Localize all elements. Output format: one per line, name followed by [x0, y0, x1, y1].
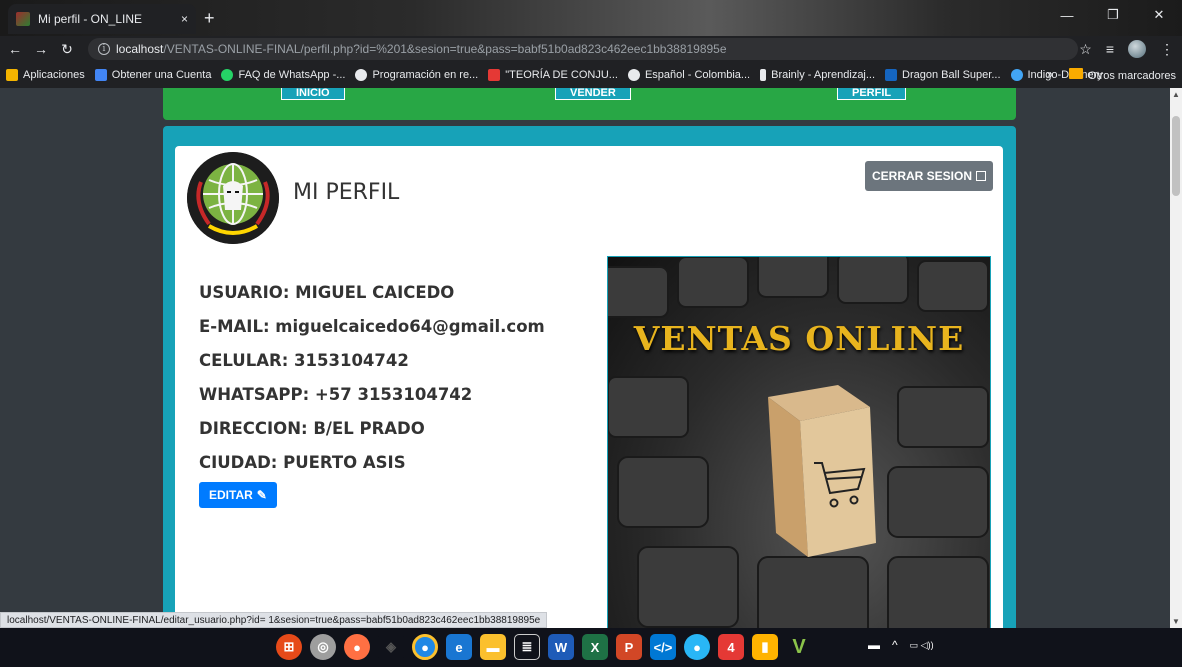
- site-logo: [187, 152, 279, 244]
- tab-title: Mi perfil - ON_LINE: [38, 12, 143, 26]
- globe-icon: [355, 69, 368, 81]
- user-info-list: USUARIO: MIGUEL CAICEDO E-MAIL: miguelca…: [199, 276, 545, 480]
- excel-icon[interactable]: X: [582, 634, 608, 660]
- folder-icon: [1068, 68, 1083, 79]
- app-icon[interactable]: V: [786, 634, 812, 660]
- edge-icon[interactable]: e: [446, 634, 472, 660]
- powerpoint-icon[interactable]: P: [616, 634, 642, 660]
- scroll-thumb[interactable]: [1172, 116, 1180, 196]
- bookmark-item[interactable]: Programación en re...: [355, 69, 478, 81]
- bookmark-favicon-icon: [488, 69, 501, 81]
- scroll-down-icon[interactable]: ▼: [1172, 617, 1180, 626]
- bookmarks-overflow: » Otros marcadores: [1047, 68, 1176, 82]
- site-info-icon[interactable]: i: [98, 43, 110, 55]
- toolbar-actions: ☆ ≡ ⋮: [1079, 40, 1174, 58]
- bookmark-item[interactable]: "TEORÍA DE CONJU...: [488, 69, 618, 81]
- keyboard-background-icon: [608, 257, 989, 628]
- profile-card-outer: MI PERFIL CERRAR SESION USUARIO: MIGUEL …: [163, 126, 1016, 628]
- pencil-icon: ✎: [256, 488, 267, 502]
- bookmarks-bar: Aplicaciones Obtener una Cuenta FAQ de W…: [0, 62, 1182, 88]
- brainly-icon: [760, 69, 767, 81]
- edit-button[interactable]: EDITAR ✎: [199, 482, 277, 508]
- profile-avatar-icon[interactable]: [1128, 40, 1146, 58]
- address-bar[interactable]: i localhost /VENTAS-ONLINE-FINAL/perfil.…: [88, 38, 1078, 60]
- forward-arrow-icon[interactable]: →: [30, 41, 52, 57]
- tab-favicon-icon: [16, 12, 30, 26]
- site-navbar: INICIO VENDER PERFIL: [163, 88, 1016, 120]
- chrome-icon[interactable]: ●: [412, 634, 438, 660]
- app-icon[interactable]: ▮: [752, 634, 778, 660]
- more-bookmarks-button[interactable]: »: [1047, 69, 1053, 81]
- bookmark-item[interactable]: Español - Colombia...: [627, 69, 750, 81]
- bookmark-item[interactable]: Aplicaciones: [6, 69, 85, 81]
- globe-icon: [627, 69, 640, 81]
- whatsapp-field: WHATSAPP: +57 3153104742: [199, 385, 473, 404]
- nav-vender-link[interactable]: VENDER: [555, 88, 631, 100]
- external-link-icon: [976, 171, 986, 181]
- bookmark-item[interactable]: Brainly - Aprendizaj...: [760, 69, 875, 81]
- page-scrollbar[interactable]: ▲ ▼: [1170, 88, 1182, 628]
- whatsapp-icon: [221, 69, 234, 81]
- username-field: USUARIO: MIGUEL CAICEDO: [199, 283, 455, 302]
- app-icon[interactable]: ◈: [378, 634, 404, 660]
- minimize-icon[interactable]: —: [1044, 0, 1090, 30]
- address-field: DIRECCION: B/EL PRADO: [199, 419, 425, 438]
- scroll-up-icon[interactable]: ▲: [1172, 90, 1180, 99]
- restore-icon[interactable]: ❐: [1090, 0, 1136, 30]
- battery-icon[interactable]: ▭ ◁)): [910, 640, 934, 651]
- bookmark-favicon-icon: [1010, 69, 1023, 81]
- apps-grid-icon: [6, 69, 18, 81]
- city-field: CIUDAD: PUERTO ASIS: [199, 453, 406, 472]
- bookmark-favicon-icon: [94, 69, 107, 81]
- tab-close-icon[interactable]: ×: [181, 12, 188, 26]
- other-bookmarks-folder[interactable]: Otros marcadores: [1068, 68, 1176, 82]
- windows-taskbar: ⊞ ◎ ● ◈ ● e ▬ ≣ W X P </> ● 4 ▮ V ▬ ^ ▭ …: [0, 628, 1182, 667]
- bookmark-item[interactable]: Dragon Ball Super...: [885, 69, 1001, 81]
- nav-perfil-link[interactable]: PERFIL: [837, 88, 907, 100]
- taskbar-apps: ⊞ ◎ ● ◈ ● e ▬ ≣ W X P </> ● 4 ▮ V: [276, 634, 812, 660]
- notepad-icon[interactable]: ≣: [514, 634, 540, 660]
- word-icon[interactable]: W: [548, 634, 574, 660]
- app-icon[interactable]: ●: [684, 634, 710, 660]
- back-arrow-icon[interactable]: ←: [4, 41, 26, 57]
- reload-icon[interactable]: ↻: [56, 41, 78, 58]
- bookmark-star-icon[interactable]: ☆: [1079, 41, 1092, 58]
- url-host: localhost: [116, 42, 164, 56]
- window-controls: — ❐ ✕: [1044, 0, 1182, 30]
- close-window-icon[interactable]: ✕: [1136, 0, 1182, 30]
- chevron-up-icon[interactable]: ^: [892, 638, 898, 652]
- vscode-icon[interactable]: </>: [650, 634, 676, 660]
- bookmark-item[interactable]: FAQ de WhatsApp -...: [221, 69, 345, 81]
- browser-menu-icon[interactable]: ⋮: [1160, 41, 1174, 58]
- logout-button[interactable]: CERRAR SESION: [865, 161, 993, 191]
- search-icon[interactable]: ◎: [310, 634, 336, 660]
- nav-inicio-link[interactable]: INICIO: [281, 88, 345, 100]
- profile-card: MI PERFIL CERRAR SESION USUARIO: MIGUEL …: [175, 146, 1003, 628]
- emblem-icon: [187, 152, 279, 244]
- media-control-icon[interactable]: ≡: [1106, 41, 1114, 57]
- app-icon[interactable]: 4: [718, 634, 744, 660]
- file-explorer-icon[interactable]: ▬: [480, 634, 506, 660]
- page-title: MI PERFIL: [293, 180, 400, 205]
- browser-tab[interactable]: Mi perfil - ON_LINE ×: [8, 4, 196, 34]
- promo-title: VENTAS ONLINE: [633, 319, 965, 358]
- page-viewport: INICIO VENDER PERFIL MI PERFIL CERRAR SE…: [0, 88, 1170, 628]
- tray-app-icon[interactable]: ▬: [868, 638, 880, 652]
- phone-field: CELULAR: 3153104742: [199, 351, 409, 370]
- new-tab-button[interactable]: +: [204, 9, 215, 27]
- promo-image: VENTAS ONLINE: [607, 256, 991, 628]
- bookmark-favicon-icon: [885, 69, 898, 81]
- email-field: E-MAIL: miguelcaicedo64@gmail.com: [199, 317, 545, 336]
- bookmark-item[interactable]: Obtener una Cuenta: [94, 69, 211, 81]
- browser-toolbar: ← → ↻ i localhost /VENTAS-ONLINE-FINAL/p…: [0, 36, 1182, 62]
- system-tray: ▬ ^ ▭ ◁)): [868, 638, 934, 652]
- browser-titlebar: Mi perfil - ON_LINE × + — ❐ ✕: [0, 0, 1182, 36]
- start-icon[interactable]: ⊞: [276, 634, 302, 660]
- status-bar-url: localhost/VENTAS-ONLINE-FINAL/editar_usu…: [0, 612, 548, 628]
- edit-label: EDITAR: [209, 488, 253, 502]
- firefox-icon[interactable]: ●: [344, 634, 370, 660]
- url-path: /VENTAS-ONLINE-FINAL/perfil.php?id=%201&…: [163, 42, 727, 56]
- logout-label: CERRAR SESION: [871, 169, 972, 183]
